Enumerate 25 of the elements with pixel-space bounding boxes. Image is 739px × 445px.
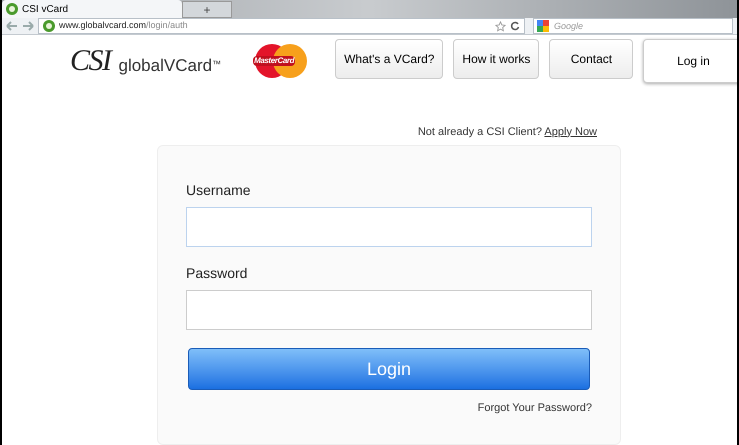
nav-button[interactable]: How it works <box>453 39 540 80</box>
browser-tab[interactable]: CSI vCard <box>2 0 182 18</box>
logo-mark: CSI <box>70 46 110 76</box>
search-field[interactable]: Google <box>533 18 733 34</box>
input-field[interactable] <box>186 290 592 330</box>
new-tab-button[interactable]: + <box>182 1 232 18</box>
field-label: Username <box>186 181 252 200</box>
site-favicon-icon <box>6 3 18 15</box>
google-logo-icon <box>537 20 549 32</box>
reload-icon[interactable] <box>510 21 520 31</box>
card-brand-name: MasterCard <box>253 56 296 66</box>
site-favicon-icon <box>43 20 55 32</box>
forward-arrow-icon[interactable] <box>22 21 34 31</box>
forgot-password-link[interactable]: Forgot Your Password? <box>478 400 592 416</box>
site-name: globalVCard$^{™}$ <box>118 55 222 76</box>
nav-button[interactable]: What's a VCard? <box>335 39 444 80</box>
address-bar[interactable]: www.globalvcard.com/login/auth <box>38 18 525 34</box>
apply-now-link[interactable]: Apply Now <box>544 126 597 138</box>
signup-prompt: Not already a CSI Client? <box>418 126 543 138</box>
input-field[interactable] <box>186 207 592 247</box>
field-label: Password <box>186 264 248 283</box>
back-arrow-icon[interactable] <box>6 21 18 31</box>
nav-button[interactable]: Log in <box>643 39 737 84</box>
star-icon[interactable] <box>495 20 506 32</box>
nav-button[interactable]: Contact <box>549 39 634 80</box>
